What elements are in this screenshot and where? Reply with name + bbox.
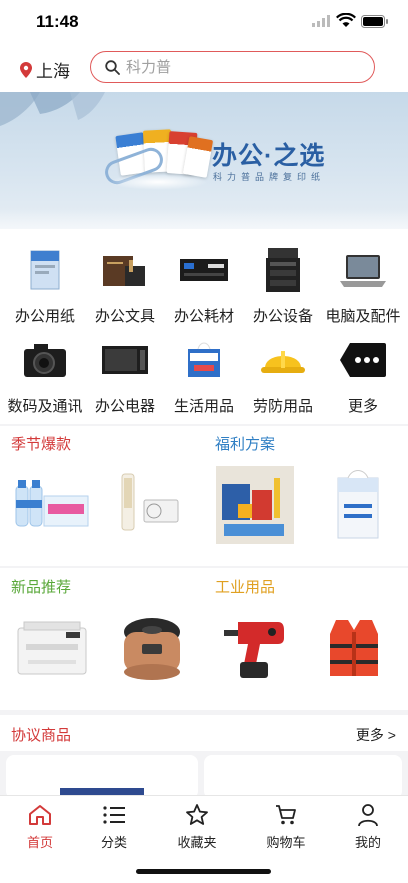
star-icon: [186, 804, 208, 825]
home-indicator: [136, 869, 271, 874]
category-office-stationery[interactable]: 办公文具: [85, 247, 165, 326]
hard-hat-icon: [261, 351, 305, 373]
agreement-product-card[interactable]: [204, 755, 402, 799]
status-bar: 11:48: [0, 0, 408, 44]
category-computers[interactable]: 电脑及配件: [323, 247, 403, 326]
section-title-new: 新品推荐: [11, 579, 72, 596]
section-new[interactable]: 新品推荐: [0, 568, 204, 710]
section-title-welfare: 福利方案: [215, 436, 276, 453]
category-appliances[interactable]: 办公电器: [85, 337, 165, 416]
printer-image: [17, 621, 87, 675]
wifi-icon: [336, 13, 356, 27]
header: 上海: [0, 44, 408, 92]
tab-favorites[interactable]: 收藏夹: [157, 802, 237, 851]
battery-icon: [361, 15, 388, 28]
tab-mine[interactable]: 我的: [328, 802, 408, 851]
more-tag-icon: [340, 343, 386, 377]
camera-icon: [24, 344, 66, 377]
tab-category[interactable]: 分类: [74, 802, 154, 851]
agreement-header: 协议商品 更多 >: [0, 715, 408, 751]
tissue-pack-image: [337, 470, 379, 539]
microwave-icon: [102, 346, 148, 374]
section-title-industrial: 工业用品: [215, 579, 276, 596]
banner-subtitle: 科力普品牌复印纸: [213, 172, 326, 182]
category-more[interactable]: 更多: [323, 337, 403, 416]
cart-icon: [276, 805, 296, 825]
water-bottles-image: [15, 480, 89, 527]
agreement-title: 协议商品: [11, 727, 72, 744]
copier-icon: [266, 248, 300, 292]
user-icon: [358, 804, 378, 827]
promo-banner[interactable]: 办公·之选 科力普品牌复印纸: [0, 92, 408, 229]
life-vest-image: [330, 620, 378, 676]
section-welfare[interactable]: 福利方案: [204, 426, 408, 566]
power-drill-image: [224, 622, 284, 678]
toner-cartridge-icon: [180, 259, 228, 281]
category-protective[interactable]: 劳防用品: [243, 337, 323, 416]
search-bar[interactable]: [90, 51, 375, 83]
banner-wave: [0, 209, 408, 229]
location-pin-icon: [20, 61, 32, 78]
category-digital[interactable]: 数码及通讯: [5, 337, 85, 416]
list-icon: [103, 806, 125, 824]
category-office-equipment[interactable]: 办公设备: [243, 247, 323, 326]
location-selector[interactable]: 上海: [20, 57, 70, 82]
laptop-icon: [340, 255, 386, 287]
category-office-paper[interactable]: 办公用纸: [5, 247, 85, 326]
signal-icon: [312, 15, 330, 27]
status-time: 11:48: [36, 12, 79, 31]
rice-cooker-image: [124, 618, 180, 680]
stationery-set-image: [216, 466, 294, 544]
agreement-section: 协议商品 更多 >: [0, 715, 408, 799]
location-label: 上海: [36, 62, 70, 81]
banner-title: 办公·之选: [212, 142, 326, 170]
search-input[interactable]: [126, 58, 346, 76]
category-daily-goods[interactable]: 生活用品: [164, 337, 244, 416]
home-icon: [29, 805, 51, 825]
paper-ream-icon: [30, 250, 60, 290]
search-icon: [105, 59, 120, 75]
paper-pack-image: [182, 136, 214, 178]
air-conditioner-image: [121, 473, 179, 531]
section-seasonal[interactable]: 季节爆款: [0, 426, 204, 566]
section-industrial[interactable]: 工业用品: [204, 568, 408, 710]
tab-home[interactable]: 首页: [0, 802, 80, 851]
agreement-more-link[interactable]: 更多 >: [356, 725, 396, 745]
category-office-supplies[interactable]: 办公耗材: [164, 247, 244, 326]
paper-splash-image: [108, 174, 208, 190]
tissue-box-icon: [188, 342, 220, 377]
category-grid: 办公用纸 办公文具 办公耗材 办公设备 电脑及配件 数码及通讯 办公电器 生活用…: [0, 229, 408, 424]
leaf-decoration-icon: [0, 92, 105, 126]
section-title-seasonal: 季节爆款: [11, 436, 72, 453]
stationery-box-icon: [103, 256, 145, 286]
agreement-product-card[interactable]: [6, 755, 198, 799]
tab-cart[interactable]: 购物车: [246, 802, 326, 851]
